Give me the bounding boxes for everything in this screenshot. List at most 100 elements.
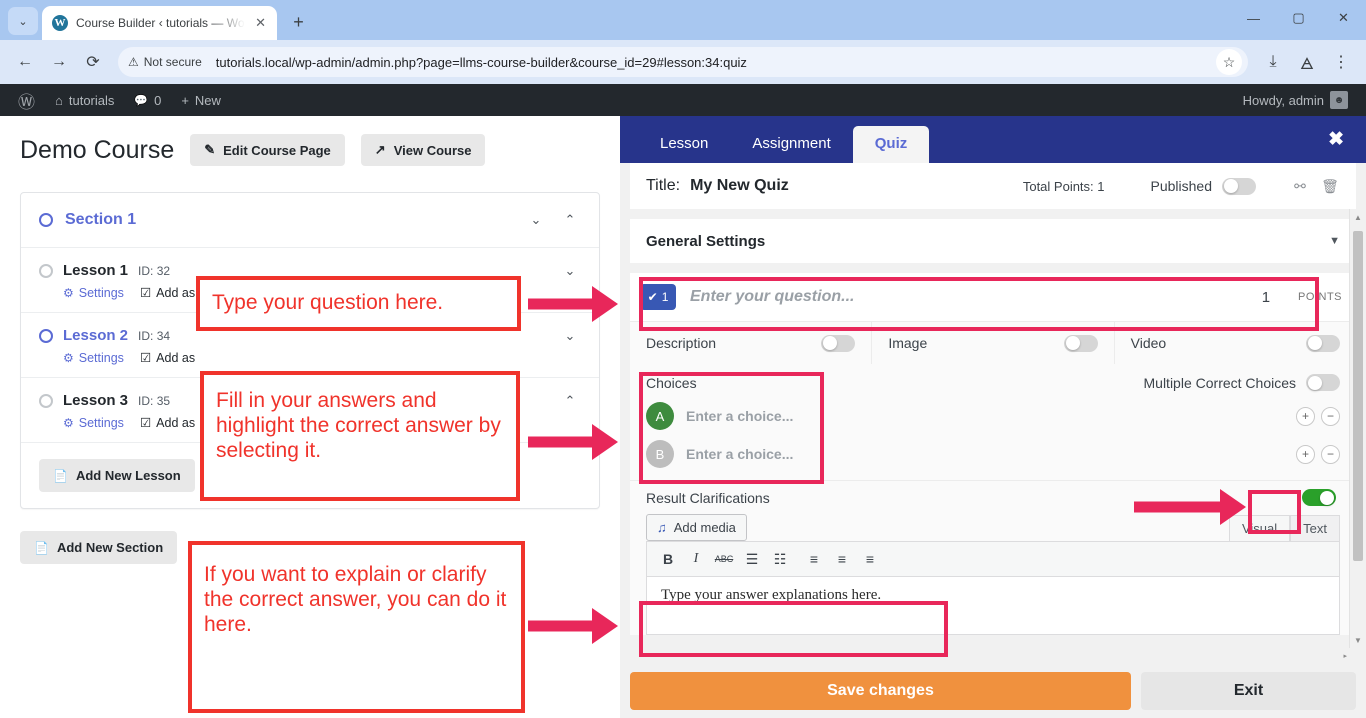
choice-letter-badge[interactable]: A [646,402,674,430]
wordpress-logo-icon[interactable]: Ⓦ [8,84,45,116]
quiz-horizontal-scrollbar[interactable]: ▸ [630,650,1349,663]
scroll-up-icon[interactable]: ▲ [1350,209,1366,225]
remove-choice-button[interactable]: − [1321,406,1340,426]
scrollbar-thumb[interactable] [1353,231,1363,561]
lesson-settings-link[interactable]: ⚙ Settings [63,286,124,300]
admin-bar-new[interactable]: + New [171,84,231,116]
quiz-title-bar: Title: My New Quiz Total Points: 1 Publi… [630,163,1356,209]
add-new-lesson-label: Add New Lesson [75,468,181,483]
lesson-add-as-link[interactable]: ☑ Add as [140,350,195,366]
chevron-down-icon[interactable]: ▼ [1329,235,1340,247]
description-toggle[interactable] [821,334,856,352]
strikethrough-icon[interactable]: ABC [711,548,737,570]
bulleted-list-icon[interactable]: ☰ [739,548,765,570]
add-choice-button[interactable]: + [1296,406,1315,426]
align-left-icon[interactable]: ≡ [801,548,827,570]
tab-text[interactable]: Text [1290,515,1340,541]
choice-letter-badge[interactable]: B [646,440,674,468]
edit-course-page-button[interactable]: ✎ Edit Course Page [190,134,345,166]
tab-quiz[interactable]: Quiz [852,126,930,163]
italic-icon[interactable]: I [683,548,709,570]
scroll-right-icon[interactable]: ▸ [1343,652,1347,660]
page-content: Demo Course ✎ Edit Course Page ↗ View Co… [0,116,1366,718]
lesson-expand-icon[interactable]: ⌄ [559,328,581,344]
forward-icon[interactable]: → [44,47,74,77]
lesson-status-ring-icon [39,263,53,278]
tab-assignment[interactable]: Assignment [730,126,852,163]
comment-count: 0 [154,92,162,108]
new-tab-button[interactable]: + [285,8,313,36]
download-icon[interactable]: ⤓ [1258,47,1288,77]
lesson-add-as-link[interactable]: ☑ Add as [139,415,195,431]
lesson-collapse-icon[interactable]: ⌃ [559,393,581,409]
section-title: Section 1 [65,211,137,228]
save-changes-button[interactable]: Save changes [630,671,1131,710]
admin-bar-site-name[interactable]: ⌂ tutorials [45,84,124,116]
add-new-lesson-button[interactable]: 📄 Add New Lesson [39,459,195,492]
description-toggle-cell: Description [630,322,873,364]
checkbox-icon: ☑ [139,416,152,430]
wp-admin-bar: Ⓦ ⌂ tutorials 💬 0 + New Howdy, admin ☻ [0,84,1366,116]
lesson-settings-link[interactable]: ⚙ Settings [63,416,124,430]
choices-section: Choices Multiple Correct Choices A Enter… [630,364,1356,480]
quiz-vertical-scrollbar[interactable]: ▲ ▼ [1349,209,1366,648]
close-panel-icon[interactable]: ✖ [1328,128,1344,151]
arrow-to-question [528,286,618,322]
choice-input[interactable]: Enter a choice... [686,446,1284,462]
video-toggle[interactable] [1305,334,1340,352]
question-input[interactable]: Enter your question... [690,288,1248,306]
browser-menu-icon[interactable]: ⋮ [1326,47,1356,77]
lesson-expand-icon[interactable]: ⌄ [559,263,581,279]
add-new-section-button[interactable]: 📄 Add New Section [20,531,178,564]
numbered-list-icon[interactable]: ☷ [767,548,793,570]
question-points-value[interactable]: 1 [1262,289,1270,306]
choice-input[interactable]: Enter a choice... [686,408,1284,424]
annotation-choices: Fill in your answers and highlight the c… [200,371,520,501]
close-tab-icon[interactable]: ✕ [253,15,269,31]
bookmark-star-icon[interactable]: ☆ [1216,49,1242,75]
clarification-editor[interactable]: Type your answer explanations here. [646,577,1340,635]
add-choice-button[interactable]: + [1296,444,1315,464]
admin-bar-comments[interactable]: 💬 0 [124,84,171,116]
tab-lesson[interactable]: Lesson [638,126,730,163]
trash-icon[interactable]: 🗑 [1320,178,1340,195]
unlink-icon[interactable]: ⚯ [1290,178,1310,195]
general-settings-header[interactable]: General Settings ▼ [630,219,1356,263]
extension-icon[interactable]: 🜁 [1292,47,1322,77]
not-secure-badge[interactable]: ⚠ Not secure [122,52,210,72]
maximize-icon[interactable]: ▢ [1276,0,1321,36]
site-name-label: tutorials [68,92,115,108]
choice-row: A Enter a choice... + − [630,397,1356,435]
reload-icon[interactable]: ⟳ [78,47,108,77]
address-bar[interactable]: ⚠ Not secure tutorials.local/wp-admin/ad… [118,47,1248,77]
tab-search-chevron-icon[interactable]: ⌄ [8,7,38,35]
url-text[interactable]: tutorials.local/wp-admin/admin.php?page=… [216,55,1210,70]
browser-tab[interactable]: W Course Builder ‹ tutorials — Wo ✕ [42,6,277,40]
quiz-title-value[interactable]: My New Quiz [690,177,789,195]
remove-choice-button[interactable]: − [1321,444,1340,464]
section-expand-icon[interactable]: ⌄ [525,212,547,228]
view-course-button[interactable]: ↗ View Course [360,134,486,166]
result-clarifications-section: Result Clarifications ♫ Add media Visual… [630,480,1356,635]
bold-icon[interactable]: B [655,548,681,570]
exit-button[interactable]: Exit [1141,671,1356,710]
image-toggle[interactable] [1063,334,1098,352]
scroll-down-icon[interactable]: ▼ [1350,632,1366,648]
published-toggle[interactable] [1222,177,1256,195]
question-number-badge[interactable]: ✔ 1 [640,284,676,310]
minimize-icon[interactable]: — [1231,0,1276,36]
lesson-add-as-link[interactable]: ☑ Add as [140,285,196,301]
lesson-add-as-label: Add as [156,285,196,300]
lesson-settings-link[interactable]: ⚙ Settings [63,351,124,365]
back-icon[interactable]: ← [10,47,40,77]
section-collapse-icon[interactable]: ⌃ [559,212,581,228]
multiple-correct-toggle[interactable] [1306,374,1340,391]
align-center-icon[interactable]: ≡ [829,548,855,570]
admin-bar-account[interactable]: Howdy, admin ☻ [1233,84,1358,116]
result-clarifications-toggle[interactable] [1302,489,1336,506]
align-right-icon[interactable]: ≡ [857,548,883,570]
section-header[interactable]: Section 1 ⌄ ⌃ [21,193,599,248]
add-media-button[interactable]: ♫ Add media [646,514,747,541]
browser-tab-strip: ⌄ W Course Builder ‹ tutorials — Wo ✕ + … [0,0,1366,40]
close-window-icon[interactable]: ✕ [1321,0,1366,36]
